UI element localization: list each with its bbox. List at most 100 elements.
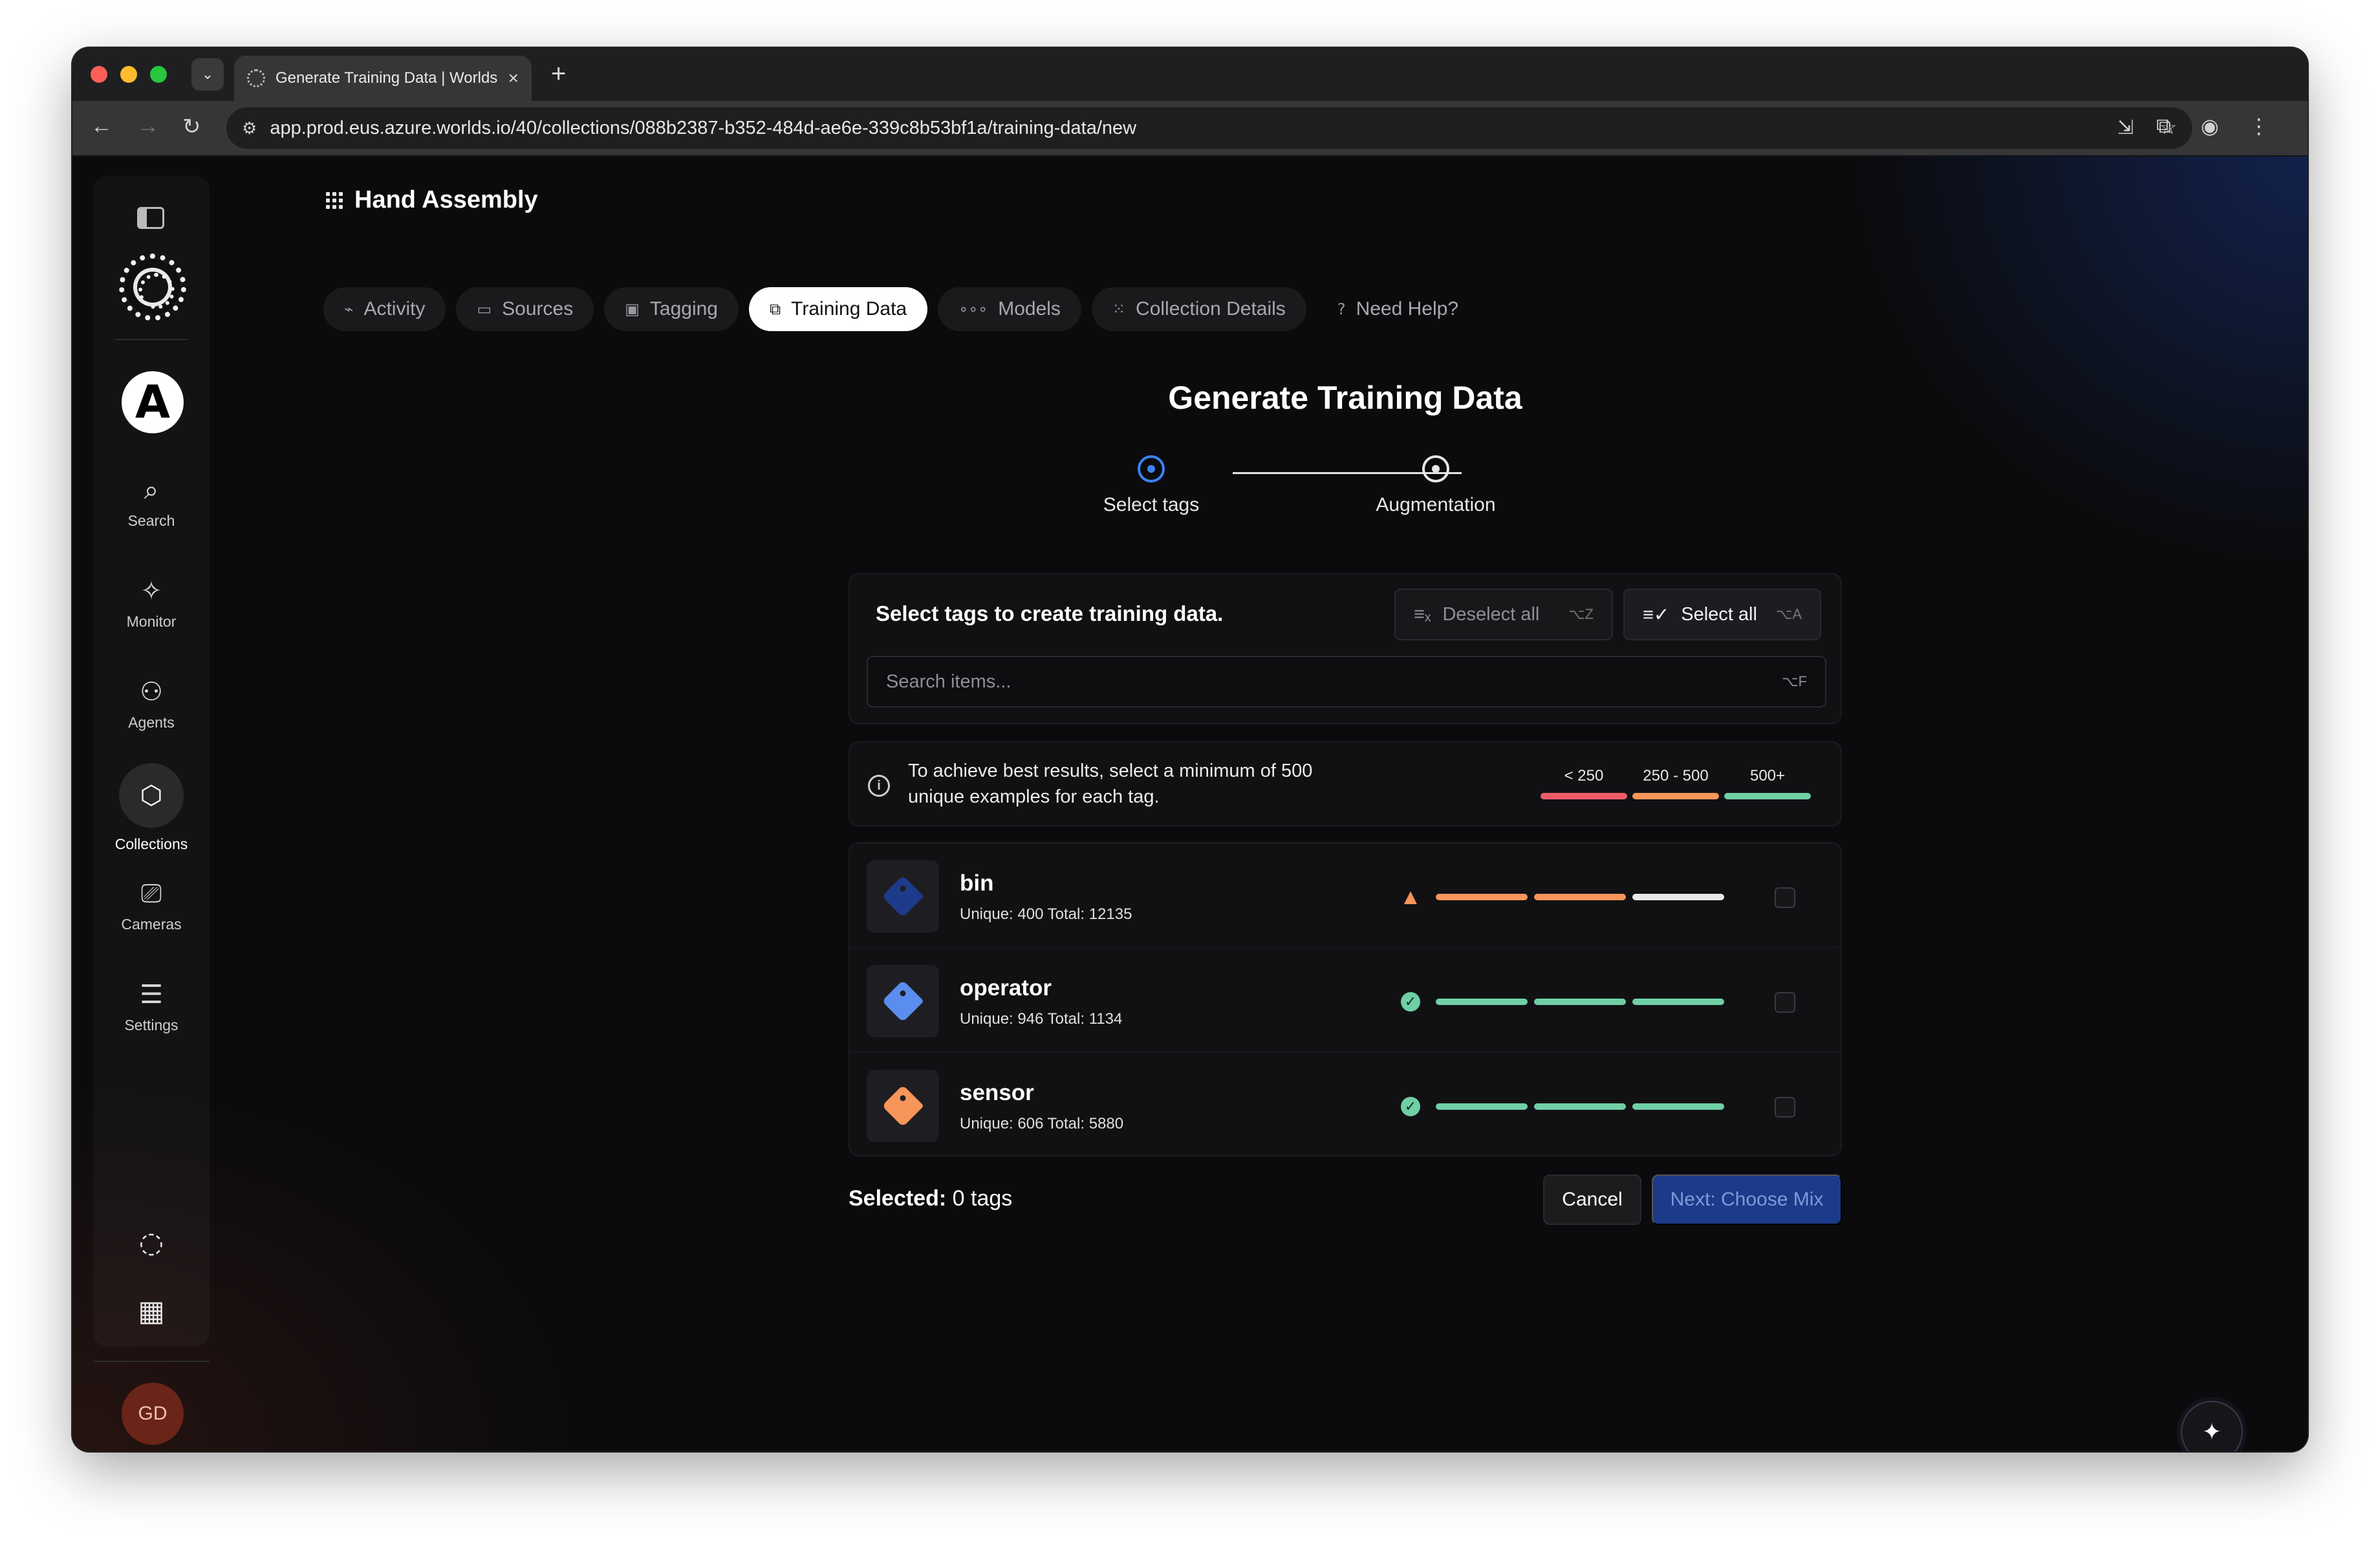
tagging-icon: ▣ [625, 300, 640, 318]
progress-segment [1632, 999, 1724, 1005]
browser-tab[interactable]: Generate Training Data | Worlds × [234, 56, 532, 101]
tab-label: Collection Details [1136, 298, 1286, 319]
new-tab-icon[interactable]: + [551, 60, 566, 88]
tag-icon [882, 1085, 924, 1127]
tag-checkbox[interactable] [1775, 992, 1795, 1013]
collection-tabs: ⌁ Activity ▭ Sources ▣ Tagging ⧉ Trainin… [323, 287, 1479, 331]
list-item[interactable]: operator Unique: 946 Total: 1134 ✓ [850, 948, 1841, 1053]
progress-segment [1436, 894, 1528, 900]
install-app-icon[interactable]: ⇲ [2117, 116, 2134, 139]
robot-icon: ⚇ [140, 677, 163, 707]
deselect-all-button[interactable]: ≡ₓ Deselect all ⌥Z [1394, 589, 1613, 640]
tab-label: Need Help? [1356, 298, 1458, 319]
worlds-logo[interactable] [119, 254, 186, 321]
tag-icon-box [867, 860, 939, 933]
wizard-footer: Selected: 0 tags Cancel Next: Choose Mix [849, 1174, 1842, 1225]
search-input[interactable]: Search items... ⌥F [867, 656, 1826, 708]
step-select-tags[interactable]: Select tags [1054, 455, 1248, 516]
close-window-button[interactable] [91, 66, 107, 83]
app-root: A ⌕ Search ✧ Monitor ⚇ Agents ⬡ Collecti… [72, 157, 2308, 1451]
tab-sources[interactable]: ▭ Sources [456, 287, 594, 331]
sidebar-item-label: Agents [128, 714, 175, 731]
tab-models[interactable]: ∘∘∘ Models [938, 287, 1081, 331]
select-shortcut: ⌥A [1775, 606, 1802, 622]
list-item[interactable]: sensor Unique: 606 Total: 5880 ✓ [850, 1053, 1841, 1158]
sidebar-item-label: Search [127, 512, 175, 529]
sidebar-toggle-icon[interactable] [137, 207, 164, 229]
sidebar-item-collections[interactable]: ⬡ Collections [93, 763, 210, 853]
select-all-button[interactable]: ≡✓ Select all ⌥A [1623, 589, 1821, 640]
tag-checkbox[interactable] [1775, 887, 1795, 908]
site-settings-icon[interactable]: ⚙ [242, 118, 257, 138]
tab-collection-details[interactable]: ⁙ Collection Details [1091, 287, 1306, 331]
tab-training-data[interactable]: ⧉ Training Data [749, 287, 928, 331]
progress-segment [1534, 894, 1626, 900]
legend-item: < 250 [1541, 767, 1627, 799]
tag-name: bin [960, 871, 994, 896]
page-header: Hand Assembly [326, 186, 538, 214]
tag-icon [882, 980, 924, 1022]
org-logo[interactable]: A [122, 371, 184, 433]
deselect-all-label: Deselect all [1442, 603, 1540, 625]
sidebar-item-search[interactable]: ⌕ Search [93, 475, 210, 530]
browser-toolbar: ← → ↻ ⚙ app.prod.eus.azure.worlds.io/40/… [72, 101, 2308, 157]
search-placeholder: Search items... [886, 671, 1012, 692]
apps-grid-icon[interactable] [326, 191, 343, 209]
avatar[interactable]: GD [122, 1383, 184, 1445]
next-choose-mix-button[interactable]: Next: Choose Mix [1652, 1174, 1842, 1225]
tab-search-chevron-icon[interactable]: ⌄ [191, 58, 224, 91]
progress-segment [1534, 999, 1626, 1005]
progress-segment [1632, 894, 1724, 900]
address-bar[interactable]: ⚙ app.prod.eus.azure.worlds.io/40/collec… [226, 107, 2192, 149]
close-tab-icon[interactable]: × [508, 68, 519, 89]
profile-icon[interactable]: ◉ [2201, 114, 2219, 138]
tag-checkbox[interactable] [1775, 1097, 1795, 1118]
extensions-icon[interactable]: ⧉ [2156, 114, 2171, 138]
need-help-link[interactable]: ? Need Help? [1317, 287, 1479, 331]
assistant-sparkle-icon[interactable]: ✦ [2181, 1401, 2243, 1451]
progress-segment [1534, 1103, 1626, 1110]
building-icon[interactable]: ▦ [135, 1295, 168, 1328]
sidebar-item-monitor[interactable]: ✧ Monitor [93, 576, 210, 631]
tag-name: sensor [960, 1080, 1034, 1105]
back-arrow-icon[interactable]: ← [91, 114, 113, 139]
monitor-icon: ✧ [140, 576, 162, 606]
select-tags-card: Select tags to create training data. ≡ₓ … [849, 573, 1842, 724]
search-shortcut: ⌥F [1782, 673, 1807, 689]
sidebar-item-label: Collections [114, 836, 188, 852]
sidebar: A ⌕ Search ✧ Monitor ⚇ Agents ⬡ Collecti… [93, 176, 210, 1445]
legend-bar [1541, 793, 1627, 799]
sidebar-item-label: Cameras [121, 916, 182, 933]
sidebar-item-agents[interactable]: ⚇ Agents [93, 676, 210, 731]
sidebar-item-cameras[interactable]: ⎚ Cameras [93, 878, 210, 933]
info-icon: i [868, 775, 890, 797]
minimize-window-button[interactable] [120, 66, 137, 83]
url-text: app.prod.eus.azure.worlds.io/40/collecti… [270, 117, 1137, 138]
legend-label: 250 - 500 [1643, 767, 1709, 784]
loading-status-icon[interactable]: ◌ [135, 1226, 168, 1260]
tab-label: Sources [502, 298, 574, 319]
search-icon: ⌕ [144, 475, 159, 505]
sources-icon: ▭ [477, 300, 492, 318]
training-data-icon: ⧉ [770, 300, 781, 318]
legend-bar [1632, 793, 1719, 799]
list-item[interactable]: bin Unique: 400 Total: 12135 ▲ [850, 843, 1841, 948]
step-augmentation[interactable]: Augmentation [1339, 455, 1533, 516]
tags-list: bin Unique: 400 Total: 12135 ▲ operator … [849, 842, 1842, 1156]
tag-stats: Unique: 606 Total: 5880 [960, 1115, 1124, 1132]
tab-activity[interactable]: ⌁ Activity [323, 287, 446, 331]
sidebar-divider [93, 1361, 210, 1362]
more-menu-icon[interactable]: ⋮ [2249, 114, 2269, 138]
browser-tab-bar: ⌄ Generate Training Data | Worlds × + [72, 48, 2308, 101]
maximize-window-button[interactable] [150, 66, 167, 83]
tab-tagging[interactable]: ▣ Tagging [604, 287, 739, 331]
reload-icon[interactable]: ↻ [182, 114, 201, 140]
sidebar-item-settings[interactable]: ☰ Settings [93, 979, 210, 1034]
progress-segment [1436, 1103, 1528, 1110]
sidebar-divider [115, 339, 188, 340]
step-label: Augmentation [1376, 494, 1496, 515]
cancel-button[interactable]: Cancel [1543, 1174, 1641, 1225]
favicon-icon [247, 69, 265, 87]
sidebar-item-label: Settings [124, 1017, 178, 1033]
forward-arrow-icon[interactable]: → [137, 114, 159, 139]
